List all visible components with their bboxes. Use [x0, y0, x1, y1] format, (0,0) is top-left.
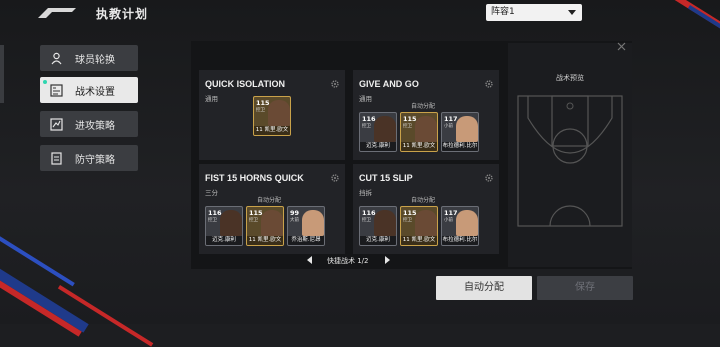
save-button[interactable]: 保存	[537, 276, 633, 300]
player-portrait	[415, 210, 437, 236]
player-portrait	[456, 210, 478, 236]
player-name: 11 凯里.欧文	[247, 236, 283, 245]
player-position: 控卫	[256, 108, 265, 113]
gear-icon[interactable]	[485, 174, 493, 182]
sidebar-item-rotation[interactable]: 球员轮换	[40, 45, 138, 71]
player-portrait	[374, 210, 396, 236]
player-portrait	[374, 116, 396, 142]
prev-page-icon[interactable]	[307, 256, 312, 264]
player-name: 11 凯里.欧文	[254, 126, 290, 135]
page-title: 执教计划	[96, 7, 149, 21]
player-card[interactable]: 115 控卫 11 凯里.欧文	[246, 206, 284, 246]
player-name: 11 凯里.欧文	[401, 142, 437, 151]
player-position: 控卫	[249, 218, 258, 223]
player-name: 乔治斯.尼昂	[288, 236, 324, 245]
player-card[interactable]: 99 大前 乔治斯.尼昂	[287, 206, 325, 246]
auto-assign-label: 自动分配	[411, 103, 436, 110]
player-card[interactable]: 117 小前 布拉德利.比尔	[441, 206, 479, 246]
player-portrait	[261, 210, 283, 236]
player-card[interactable]: 115 控卫 11 凯里.欧文	[400, 112, 438, 152]
back-tab-handle[interactable]	[0, 45, 4, 103]
pagination-label: 快捷战术 1/2	[327, 257, 369, 265]
sidebar-item-label: 战术设置	[75, 86, 115, 98]
back-icon[interactable]	[38, 8, 76, 18]
basketball-court-diagram	[517, 95, 623, 227]
tactic-type: 通用	[205, 95, 218, 103]
player-name: 迈克.康利	[360, 142, 396, 151]
player-portrait	[302, 210, 324, 236]
new-indicator-dot	[43, 80, 47, 84]
player-position: 小前	[444, 124, 453, 129]
player-position: 控卫	[362, 218, 371, 223]
tactic-type: 三分	[205, 189, 218, 197]
auto-assign-label: 自动分配	[257, 197, 282, 204]
player-portrait	[456, 116, 478, 142]
tactic-card-cut-15-slip[interactable]: CUT 15 SLIP 挡拆 自动分配 116 控卫 迈克.康利 115 控卫 …	[353, 164, 499, 254]
tactic-type: 挡拆	[359, 189, 372, 197]
tactic-card-quick-isolation[interactable]: QUICK ISOLATION 通用 115 控卫 11 凯里.欧文	[199, 70, 345, 160]
sidebar-item-label: 进攻策略	[75, 120, 115, 132]
preview-label: 战术预览	[556, 74, 584, 82]
player-card[interactable]: 115 控卫 11 凯里.欧文	[400, 206, 438, 246]
auto-assign-label: 自动分配	[411, 197, 436, 204]
tactic-name: CUT 15 SLIP	[359, 173, 413, 184]
player-position: 大前	[290, 218, 299, 223]
tactic-name: QUICK ISOLATION	[205, 79, 286, 90]
sidebar-item-label: 球员轮换	[75, 54, 115, 66]
tactic-preview: 战术预览	[508, 43, 632, 267]
player-portrait	[268, 100, 290, 126]
auto-assign-button[interactable]: 自动分配	[436, 276, 532, 300]
player-card[interactable]: 117 小前 布拉德利.比尔	[441, 112, 479, 152]
player-card[interactable]: 116 控卫 迈克.康利	[359, 112, 397, 152]
pagination: 快捷战术 1/2	[191, 253, 632, 269]
sidebar-item-tactics[interactable]: 战术设置	[40, 77, 138, 103]
sidebar-item-label: 防守策略	[75, 154, 115, 166]
player-name: 11 凯里.欧文	[401, 236, 437, 245]
tactic-card-give-and-go[interactable]: GIVE AND GO 通用 自动分配 116 控卫 迈克.康利 115 控卫 …	[353, 70, 499, 160]
player-name: 迈克.康利	[360, 236, 396, 245]
sidebar-item-defense[interactable]: 防守策略	[40, 145, 138, 171]
next-page-icon[interactable]	[385, 256, 390, 264]
player-card[interactable]: 115 控卫 11 凯里.欧文	[253, 96, 291, 136]
player-card[interactable]: 116 控卫 迈克.康利	[205, 206, 243, 246]
player-name: 布拉德利.比尔	[442, 142, 478, 151]
gear-icon[interactable]	[485, 80, 493, 88]
tactic-type: 通用	[359, 95, 372, 103]
header: 执教计划 阵容1	[0, 0, 720, 26]
rotation-icon	[49, 51, 63, 65]
player-position: 控卫	[403, 124, 412, 129]
gear-icon[interactable]	[331, 80, 339, 88]
tactic-card-fist-15-horns-quick[interactable]: FIST 15 HORNS QUICK 三分 自动分配 116 控卫 迈克.康利…	[199, 164, 345, 254]
lineup-select-value: 阵容1	[491, 7, 515, 17]
gear-icon[interactable]	[331, 174, 339, 182]
player-position: 小前	[444, 218, 453, 223]
player-portrait	[415, 116, 437, 142]
defense-icon	[49, 151, 63, 165]
player-position: 控卫	[403, 218, 412, 223]
sidebar-item-offense[interactable]: 进攻策略	[40, 111, 138, 137]
offense-icon	[49, 117, 63, 131]
player-ovr: 99	[290, 209, 300, 217]
player-portrait	[220, 210, 242, 236]
tactics-icon	[49, 83, 63, 97]
tactic-name: FIST 15 HORNS QUICK	[205, 173, 304, 184]
player-position: 控卫	[208, 218, 217, 223]
chevron-down-icon	[568, 10, 576, 15]
player-name: 布拉德利.比尔	[442, 236, 478, 245]
lineup-select[interactable]: 阵容1	[486, 4, 582, 21]
player-card[interactable]: 116 控卫 迈克.康利	[359, 206, 397, 246]
player-name: 迈克.康利	[206, 236, 242, 245]
tactic-name: GIVE AND GO	[359, 79, 419, 90]
close-icon[interactable]	[617, 42, 626, 51]
player-position: 控卫	[362, 124, 371, 129]
